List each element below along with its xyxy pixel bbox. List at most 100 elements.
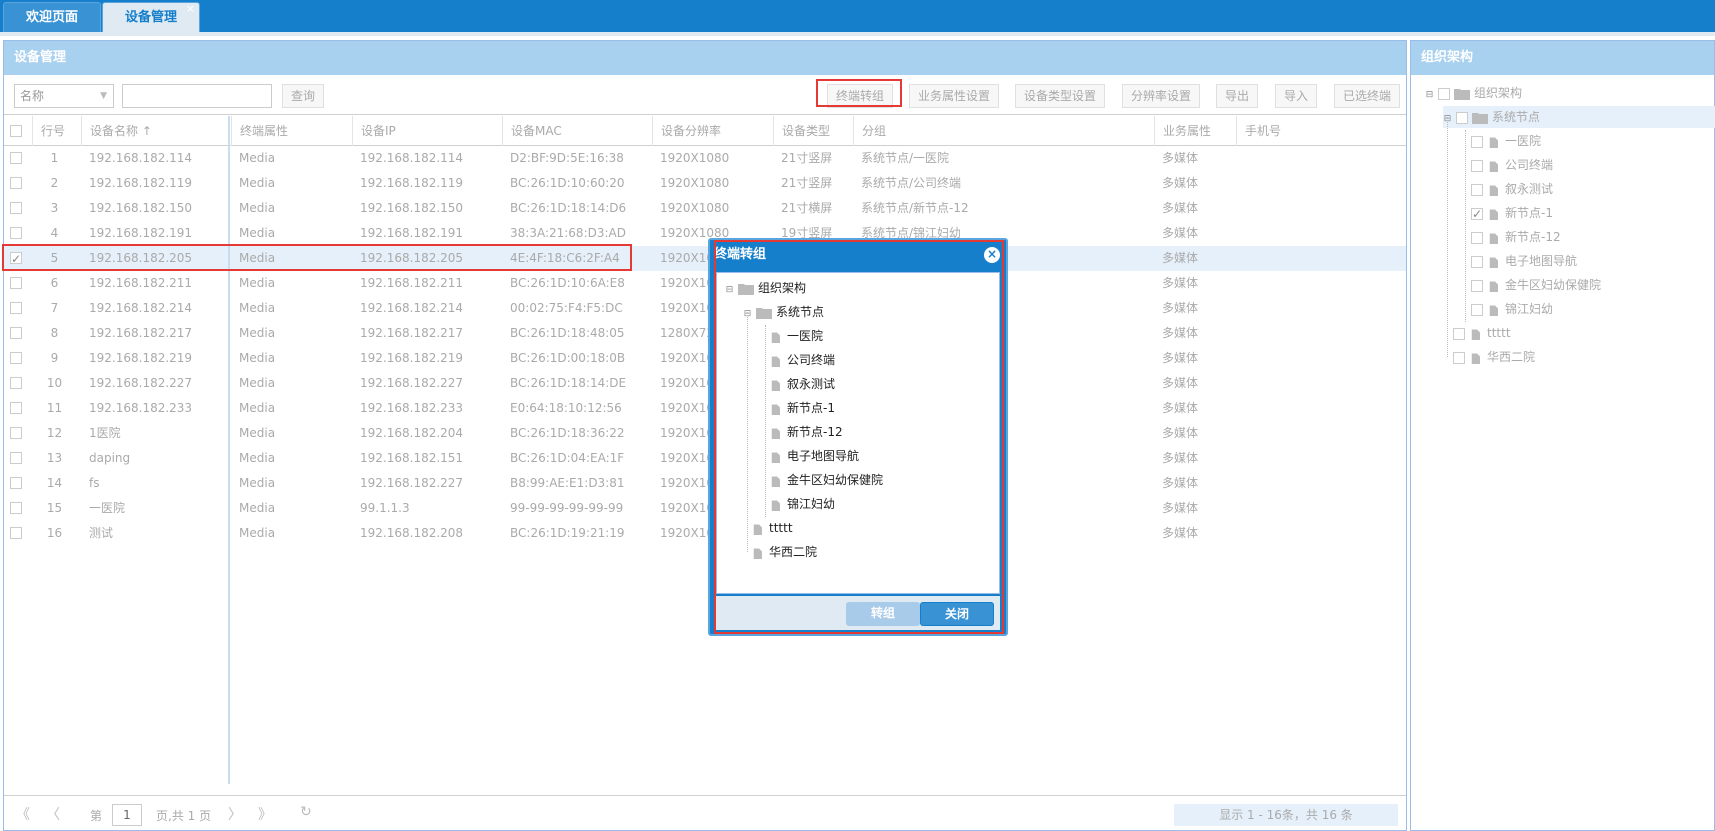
tab-close-icon[interactable]: ×	[186, 0, 195, 24]
row-checkbox[interactable]	[10, 302, 22, 314]
table-row[interactable]: 2 192.168.182.119 Media 192.168.182.119 BC:2…	[4, 171, 1406, 196]
collapse-icon[interactable]: ⊟	[725, 286, 734, 295]
row-checkbox[interactable]	[10, 152, 22, 164]
next-page-icon[interactable]: 〉	[228, 804, 242, 824]
col-phone[interactable]: 手机号	[1236, 116, 1406, 146]
col-group[interactable]: 分组	[853, 116, 1154, 146]
col-device-name[interactable]: 设备名称 ↑	[81, 116, 228, 146]
col-resolution[interactable]: 设备分辨率	[652, 116, 773, 146]
tree-node-child[interactable]: 金牛区妇幼保健院	[1471, 274, 1601, 296]
refresh-icon[interactable]: ↻	[300, 804, 312, 820]
table-row[interactable]: 10 192.168.182.227 Media 192.168.182.227 BC:…	[4, 371, 1406, 396]
tree-node-child[interactable]: 公司终端	[771, 349, 835, 371]
tree-checkbox[interactable]	[1471, 279, 1483, 292]
table-row[interactable]: 3 192.168.182.150 Media 192.168.182.150 BC:2…	[4, 196, 1406, 221]
tree-node-root[interactable]: ⊟ 组织架构	[725, 277, 806, 299]
col-device-type[interactable]: 设备类型	[773, 116, 853, 146]
tree-node-child[interactable]: 一医院	[1471, 130, 1541, 152]
tree-node-sibling[interactable]: 华西二院	[1453, 346, 1535, 368]
tree-node-child[interactable]: 公司终端	[1471, 154, 1553, 176]
search-field-select[interactable]: 名称 ▼	[14, 84, 114, 108]
table-row[interactable]: 6 192.168.182.211 Media 192.168.182.211 BC:2…	[4, 271, 1406, 296]
table-row[interactable]: 8 192.168.182.217 Media 192.168.182.217 BC:2…	[4, 321, 1406, 346]
business-attr-button[interactable]: 业务属性设置	[909, 84, 1000, 108]
tab-device-management[interactable]: 设备管理 ×	[102, 0, 201, 32]
move-group-confirm-button[interactable]: 转组	[846, 602, 920, 626]
tree-node-child[interactable]: 新节点-12	[771, 421, 843, 443]
row-checkbox[interactable]	[10, 452, 22, 464]
table-row[interactable]: 4 192.168.182.191 Media 192.168.182.191 38:3…	[4, 221, 1406, 246]
search-input[interactable]	[122, 84, 272, 108]
page-number-input[interactable]: 1	[112, 804, 142, 826]
row-checkbox[interactable]	[10, 277, 22, 289]
query-button[interactable]: 查询	[282, 84, 325, 108]
prev-page-icon[interactable]: 〈	[46, 804, 60, 824]
tab-welcome[interactable]: 欢迎页面	[3, 2, 102, 32]
table-row[interactable]: 11 192.168.182.233 Media 192.168.182.233 E0:…	[4, 396, 1406, 421]
last-page-icon[interactable]: 》	[258, 804, 272, 824]
tree-checkbox[interactable]	[1438, 87, 1450, 100]
tree-node-sibling[interactable]: ttttt	[753, 517, 793, 539]
tree-node-child[interactable]: 电子地图导航	[1471, 250, 1577, 272]
table-row[interactable]: 9 192.168.182.219 Media 192.168.182.219 BC:2…	[4, 346, 1406, 371]
first-page-icon[interactable]: 《	[16, 804, 30, 824]
tree-node-child[interactable]: 叙永测试	[771, 373, 835, 395]
tree-node-child[interactable]: 新节点-12	[1471, 226, 1561, 248]
resolution-button[interactable]: 分辨率设置	[1122, 84, 1201, 108]
col-row-no[interactable]: 行号	[32, 116, 77, 146]
tree-checkbox[interactable]	[1453, 327, 1465, 340]
tree-node-root[interactable]: ⊟ 组织架构	[1425, 82, 1522, 104]
tree-checkbox[interactable]	[1471, 183, 1483, 196]
import-button[interactable]: 导入	[1275, 84, 1318, 108]
tree-checkbox[interactable]	[1471, 255, 1483, 268]
device-type-button[interactable]: 设备类型设置	[1015, 84, 1106, 108]
tree-node-child[interactable]: 新节点-1	[1471, 202, 1553, 225]
row-checkbox[interactable]	[10, 427, 22, 439]
row-checkbox[interactable]	[10, 402, 22, 414]
tree-checkbox[interactable]	[1471, 231, 1483, 244]
select-all-checkbox[interactable]	[10, 125, 22, 137]
col-device-mac[interactable]: 设备MAC	[502, 116, 652, 146]
dialog-cancel-button[interactable]: 关闭	[920, 602, 994, 626]
table-row[interactable]: 7 192.168.182.214 Media 192.168.182.214 00:0…	[4, 296, 1406, 321]
tree-checkbox[interactable]	[1471, 203, 1483, 225]
table-row[interactable]: 15 一医院 Media 99.1.1.3 99-99-99-99-99-99 1920X…	[4, 496, 1406, 521]
selected-terminals-button[interactable]: 已选终端	[1334, 84, 1401, 108]
table-row[interactable]: 16 测试 Media 192.168.182.208 BC:26:1D:19:21:1…	[4, 521, 1406, 546]
tree-checkbox[interactable]	[1471, 135, 1483, 148]
table-row[interactable]: 14 fs Media 192.168.182.227 B8:99:AE:E1:D3:8…	[4, 471, 1406, 496]
row-checkbox[interactable]	[10, 377, 22, 389]
tree-node-child[interactable]: 一医院	[771, 325, 823, 347]
row-checkbox[interactable]	[10, 202, 22, 214]
tree-checkbox[interactable]	[1471, 159, 1483, 172]
tree-node-system[interactable]: ⊟ 系统节点	[1443, 106, 1715, 128]
tree-checkbox[interactable]	[1456, 111, 1468, 124]
row-checkbox[interactable]	[10, 352, 22, 364]
row-checkbox[interactable]	[10, 477, 22, 489]
row-checkbox[interactable]	[10, 502, 22, 514]
col-business[interactable]: 业务属性	[1154, 116, 1236, 146]
table-row[interactable]: 5 192.168.182.205 Media 192.168.182.205 4E:4…	[4, 246, 1406, 272]
tree-node-child[interactable]: 金牛区妇幼保健院	[771, 469, 883, 491]
move-group-button[interactable]: 终端转组	[827, 84, 894, 108]
collapse-icon[interactable]: ⊟	[1425, 91, 1434, 100]
tree-node-child[interactable]: 叙永测试	[1471, 178, 1553, 200]
row-checkbox[interactable]	[10, 327, 22, 339]
row-checkbox[interactable]	[10, 177, 22, 189]
tree-node-sibling[interactable]: ttttt	[1453, 322, 1511, 344]
tree-node-child[interactable]: 新节点-1	[771, 397, 835, 419]
row-checkbox[interactable]	[10, 247, 22, 272]
col-device-ip[interactable]: 设备IP	[352, 116, 502, 146]
table-row[interactable]: 12 1医院 Media 192.168.182.204 BC:26:1D:18:36:…	[4, 421, 1406, 446]
tree-node-sibling[interactable]: 华西二院	[753, 541, 817, 563]
tree-node-child[interactable]: 电子地图导航	[771, 445, 859, 467]
dialog-close-icon[interactable]: ×	[984, 247, 1000, 263]
tree-checkbox[interactable]	[1471, 303, 1483, 316]
export-button[interactable]: 导出	[1216, 84, 1259, 108]
row-checkbox[interactable]	[10, 227, 22, 239]
tree-node-child[interactable]: 锦江妇幼	[771, 493, 835, 515]
tree-node-child[interactable]: 锦江妇幼	[1471, 298, 1553, 320]
table-row[interactable]: 1 192.168.182.114 Media 192.168.182.114 D2:B…	[4, 146, 1406, 171]
row-checkbox[interactable]	[10, 527, 22, 539]
tree-node-system[interactable]: ⊟ 系统节点	[743, 301, 824, 323]
